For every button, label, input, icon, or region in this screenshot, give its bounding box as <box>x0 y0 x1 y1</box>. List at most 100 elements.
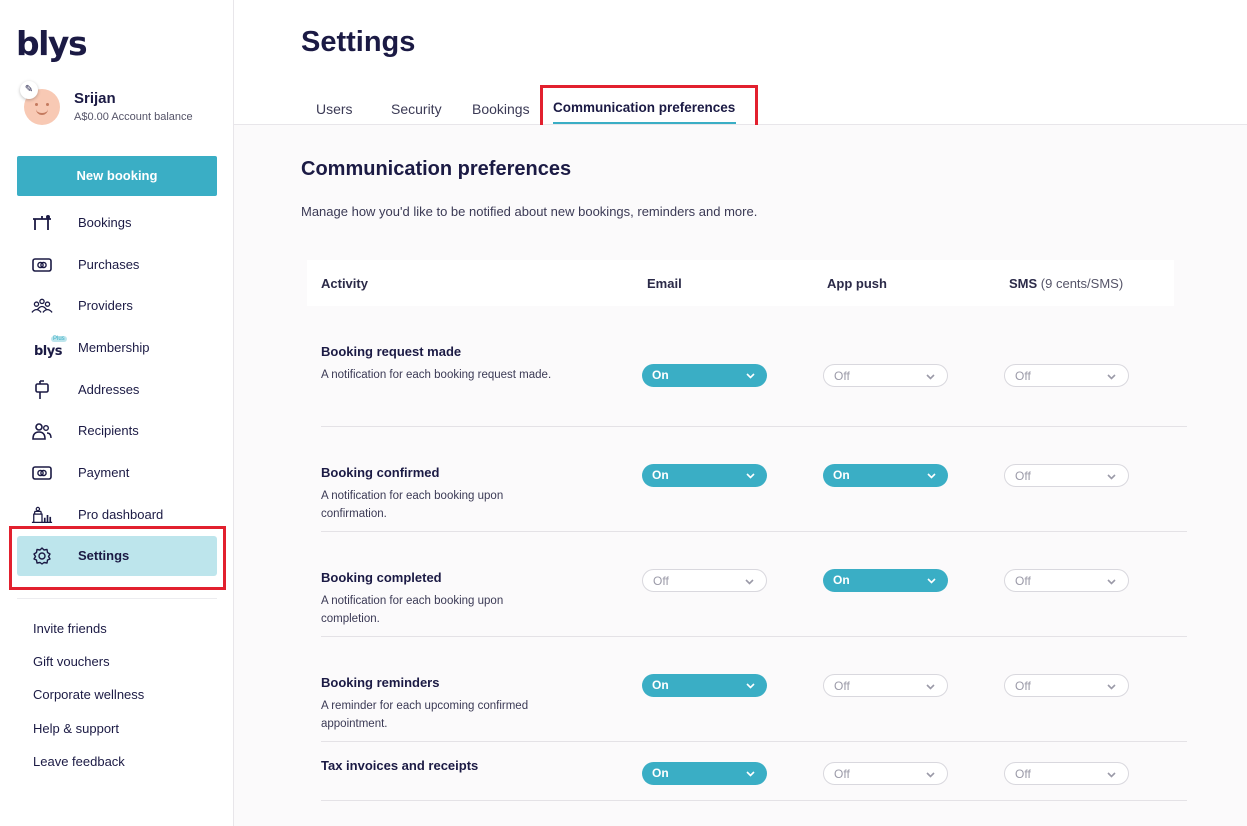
new-booking-button[interactable]: New booking <box>17 156 217 196</box>
sms-cost-note: (9 cents/SMS) <box>1040 276 1124 291</box>
blys-plus-icon: blys Plus <box>33 336 67 359</box>
profile-card[interactable]: ✎ Srijan A$0.00 Account balance <box>20 81 224 129</box>
sms-select[interactable]: Off <box>1004 762 1129 785</box>
sidebar-item-label: Settings <box>78 548 130 563</box>
email-select[interactable]: On <box>642 364 767 387</box>
column-activity: Activity <box>321 276 368 291</box>
table-row: Booking completed A notification for each… <box>321 532 1187 637</box>
sidebar-item-membership[interactable]: blys Plus Membership <box>17 328 217 368</box>
select-value: Off <box>1015 369 1031 383</box>
select-value: On <box>652 678 669 692</box>
sms-select[interactable]: Off <box>1004 674 1129 697</box>
cash-icon <box>31 464 53 482</box>
select-value: Off <box>1015 767 1031 781</box>
sms-select[interactable]: Off <box>1004 569 1129 592</box>
row-title: Booking confirmed <box>321 465 440 480</box>
help-support-link[interactable]: Help & support <box>33 721 119 736</box>
sidebar-item-label: Payment <box>78 465 130 480</box>
column-app-push: App push <box>827 276 887 291</box>
active-tab-indicator <box>553 122 736 124</box>
table-header: Activity Email App push SMS (9 cents/SMS… <box>307 260 1174 306</box>
select-value: Off <box>1015 679 1031 693</box>
row-title: Booking completed <box>321 570 442 585</box>
blys-plus-logo-text: blys <box>34 343 62 359</box>
row-title: Booking request made <box>321 344 462 359</box>
row-title: Tax invoices and receipts <box>321 758 479 773</box>
tab-users[interactable]: Users <box>316 101 353 117</box>
table-row: Tax invoices and receipts On Off Off <box>321 742 1187 801</box>
communication-preferences-panel: Communication preferences Manage how you… <box>234 125 1247 826</box>
app-push-select[interactable]: On <box>823 464 948 487</box>
tab-bar: Users Security Bookings Communication pr… <box>234 90 1247 125</box>
row-description: A reminder for each upcoming confirmed a… <box>321 700 529 730</box>
sidebar-item-addresses[interactable]: Addresses <box>17 370 217 410</box>
email-select[interactable]: On <box>642 762 767 785</box>
pro-dashboard-icon <box>31 506 53 524</box>
sidebar-item-settings[interactable]: Settings <box>17 536 217 576</box>
app-push-select[interactable]: Off <box>823 762 948 785</box>
select-value: On <box>652 368 669 382</box>
sms-select[interactable]: Off <box>1004 464 1129 487</box>
gift-vouchers-link[interactable]: Gift vouchers <box>33 654 110 669</box>
select-value: Off <box>1015 574 1031 588</box>
main-area: Settings Users Security Bookings Communi… <box>234 0 1247 826</box>
app-push-select[interactable]: On <box>823 569 948 592</box>
gear-icon <box>31 547 53 565</box>
edit-pencil-icon[interactable]: ✎ <box>20 81 38 99</box>
sidebar-item-label: Addresses <box>78 382 140 397</box>
select-value: Off <box>834 369 850 383</box>
massage-table-icon <box>31 214 53 232</box>
invite-friends-link[interactable]: Invite friends <box>33 621 107 636</box>
cash-icon <box>31 256 53 274</box>
sidebar: blys ✎ Srijan A$0.00 Account balance New… <box>0 0 234 826</box>
select-value: Off <box>653 574 669 588</box>
select-value: On <box>833 573 850 587</box>
sidebar-item-purchases[interactable]: Purchases <box>17 245 217 285</box>
tab-security[interactable]: Security <box>391 101 442 117</box>
leave-feedback-link[interactable]: Leave feedback <box>33 754 125 769</box>
app-push-select[interactable]: Off <box>823 674 948 697</box>
sidebar-item-pro-dashboard[interactable]: Pro dashboard <box>17 495 217 535</box>
select-value: Off <box>834 767 850 781</box>
section-title: Communication preferences <box>301 158 572 180</box>
email-select[interactable]: On <box>642 674 767 697</box>
profile-name: Srijan <box>74 90 116 107</box>
users-icon <box>31 422 53 440</box>
select-value: Off <box>1015 469 1031 483</box>
divider <box>17 598 217 599</box>
row-title: Booking reminders <box>321 675 440 690</box>
section-description: Manage how you'd like to be notified abo… <box>301 204 758 219</box>
select-value: Off <box>834 679 850 693</box>
tab-communication-preferences[interactable]: Communication preferences <box>553 100 735 115</box>
sidebar-item-label: Purchases <box>78 257 140 272</box>
column-sms: SMS (9 cents/SMS) <box>1009 276 1123 291</box>
sidebar-item-recipients[interactable]: Recipients <box>17 411 217 451</box>
account-balance: A$0.00 Account balance <box>74 111 193 123</box>
sidebar-item-label: Membership <box>78 340 150 355</box>
app-push-select[interactable]: Off <box>823 364 948 387</box>
sidebar-item-label: Pro dashboard <box>78 507 164 522</box>
plus-badge: Plus <box>51 336 67 342</box>
select-value: On <box>652 766 669 780</box>
select-value: On <box>833 468 850 482</box>
sidebar-item-providers[interactable]: Providers <box>17 286 217 326</box>
tab-bookings[interactable]: Bookings <box>472 101 530 117</box>
sidebar-item-label: Recipients <box>78 423 139 438</box>
email-select[interactable]: On <box>642 464 767 487</box>
sidebar-item-payment[interactable]: Payment <box>17 453 217 493</box>
table-row: Booking confirmed A notification for each… <box>321 427 1187 532</box>
blys-logo[interactable]: blys <box>16 24 88 63</box>
sms-select[interactable]: Off <box>1004 364 1129 387</box>
column-email: Email <box>647 276 682 291</box>
mailbox-icon <box>31 380 53 399</box>
table-row: Booking request made A notification for e… <box>321 306 1187 427</box>
email-select[interactable]: Off <box>642 569 767 592</box>
row-description: A notification for each booking request … <box>321 369 552 381</box>
page-title: Settings <box>301 26 416 58</box>
row-description: A notification for each booking upon con… <box>321 490 504 520</box>
sidebar-item-bookings[interactable]: Bookings <box>17 203 217 243</box>
row-description: A notification for each booking upon com… <box>321 595 504 625</box>
column-sms-label: SMS <box>1009 276 1038 291</box>
corporate-wellness-link[interactable]: Corporate wellness <box>33 687 144 702</box>
select-value: On <box>652 468 669 482</box>
